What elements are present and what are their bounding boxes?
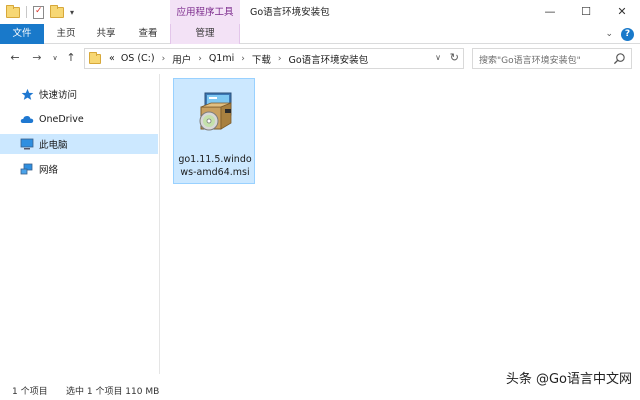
breadcrumb-separator[interactable]: › [162,54,166,64]
window-controls: — ☐ ✕ [532,0,640,24]
search-icon[interactable] [613,52,626,65]
ribbon-tabs: 文件 主页 共享 查看 管理 ⌄ ? [0,24,640,44]
nav-item-this-pc[interactable]: 此电脑 [0,134,158,154]
recent-locations-chevron-icon[interactable]: ∨ [48,51,62,65]
minimize-button[interactable]: — [532,0,568,24]
breadcrumb-downloads[interactable]: 下载 [252,52,271,66]
tab-view[interactable]: 查看 [128,24,168,44]
nav-item-label: 此电脑 [39,140,68,151]
tab-file[interactable]: 文件 [0,24,44,44]
breadcrumb-q1mi[interactable]: Q1mi [209,53,234,64]
window-title: Go语言环境安装包 [250,7,330,18]
breadcrumb-overflow[interactable]: « [109,53,115,64]
back-arrow-icon[interactable]: ← [8,51,22,65]
refresh-icon[interactable]: ↻ [450,51,459,64]
computer-icon [20,137,34,151]
breadcrumb-users[interactable]: 用户 [172,52,191,66]
breadcrumb-os-c[interactable]: OS (C:) [121,53,155,64]
nav-item-onedrive[interactable]: OneDrive [0,109,158,129]
selection-info: 选中 1 个项目 110 MB [66,387,160,397]
search-placeholder: 搜索"Go语言环境安装包" [479,56,581,66]
properties-icon[interactable] [33,5,44,19]
quick-access-toolbar: ▾ [6,4,74,20]
title-bar: ▾ 应用程序工具 Go语言环境安装包 — ☐ ✕ [0,0,640,24]
file-item[interactable]: go1.11.5.windows-amd64.msi [173,78,255,184]
item-count: 1 个项目 [12,387,48,397]
tab-home[interactable]: 主页 [48,24,84,44]
breadcrumb-go-installer-folder[interactable]: Go语言环境安装包 [288,52,368,66]
search-box[interactable]: 搜索"Go语言环境安装包" [472,48,632,69]
forward-arrow-icon[interactable]: → [30,51,44,65]
breadcrumb-separator[interactable]: › [278,54,282,64]
file-list-view[interactable]: go1.11.5.windows-amd64.msi [160,74,640,374]
network-icon [20,162,34,176]
help-icon[interactable]: ? [621,27,634,41]
nav-item-quick-access[interactable]: 快速访问 [0,84,158,104]
new-folder-icon[interactable] [50,4,64,18]
msi-installer-icon [199,92,232,131]
tab-manage[interactable]: 管理 [170,24,240,44]
expand-ribbon-icon[interactable]: ⌄ [605,29,613,39]
address-bar[interactable]: « OS (C:) › 用户 › Q1mi › 下载 › Go语言环境安装包 ∨… [84,48,464,69]
folder-icon [89,51,101,64]
tab-share[interactable]: 共享 [88,24,124,44]
nav-item-label: 网络 [39,165,59,176]
star-icon [20,87,34,101]
watermark: 头条 @Go语言中文网 [505,372,632,387]
up-arrow-icon[interactable]: ↑ [64,51,78,65]
nav-item-network[interactable]: 网络 [0,159,158,179]
breadcrumb-separator[interactable]: › [198,54,202,64]
divider [26,6,27,18]
breadcrumb-separator[interactable]: › [241,54,245,64]
nav-item-label: 快速访问 [39,90,78,101]
ribbon-right-controls: ⌄ ? [605,26,634,42]
file-name: go1.11.5.windows-amd64.msi [178,154,252,178]
nav-item-label: OneDrive [39,113,84,125]
navigation-bar: ← → ∨ ↑ « OS (C:) › 用户 › Q1mi › 下载 › Go语… [0,44,640,74]
onedrive-cloud-icon [20,112,34,126]
folder-icon [6,4,20,18]
navigation-pane: 快速访问 OneDrive 此电脑 网络 [0,74,160,374]
address-dropdown-icon[interactable]: ∨ [435,53,441,62]
qat-dropdown-icon[interactable]: ▾ [70,8,74,17]
close-button[interactable]: ✕ [604,0,640,24]
maximize-button[interactable]: ☐ [568,0,604,24]
context-tab-group-label: 应用程序工具 [170,0,240,24]
